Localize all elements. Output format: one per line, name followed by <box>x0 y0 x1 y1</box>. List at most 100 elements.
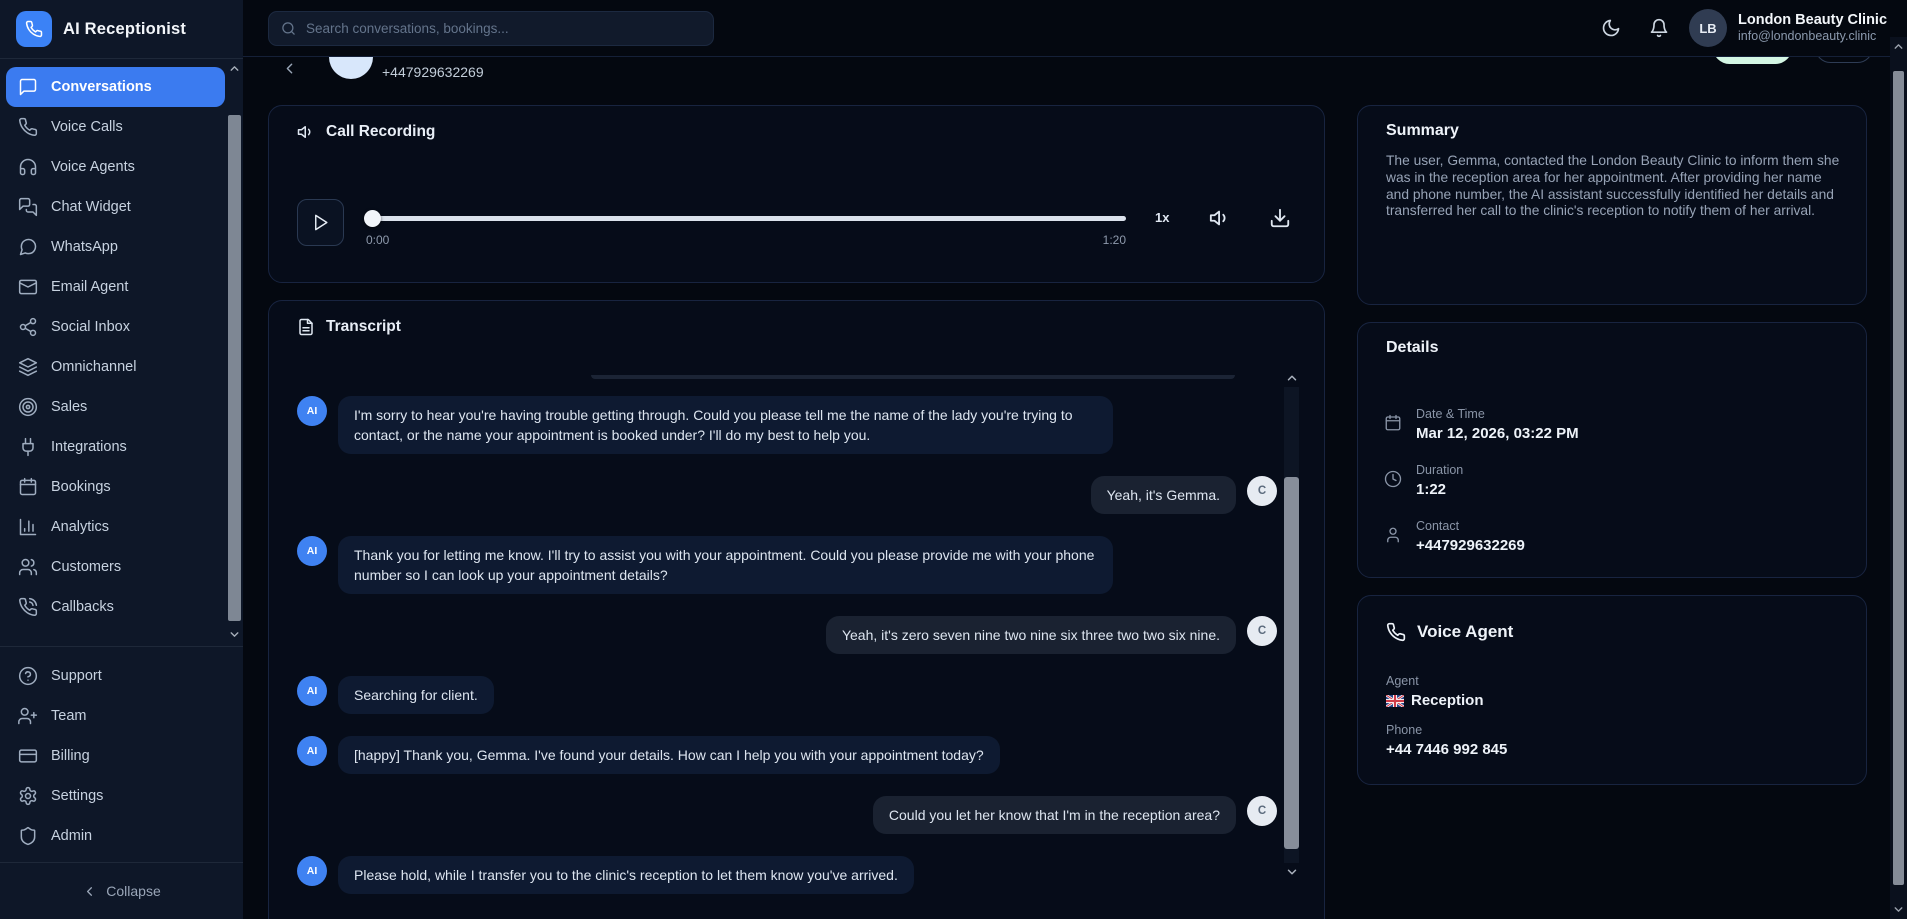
header-action-button[interactable] <box>1815 57 1873 63</box>
sidebar-item-label: Admin <box>51 828 92 844</box>
page-scroll-down-icon[interactable] <box>1892 903 1905 916</box>
message-bubble: Yeah, it's zero seven nine two nine six … <box>826 616 1236 654</box>
voice-agent-card: Voice Agent Agent Reception Phone +44 74… <box>1357 595 1867 785</box>
customer-avatar: C <box>1247 796 1277 826</box>
customer-avatar: C <box>1247 616 1277 646</box>
detail-row-date-time: Date & Time Mar 12, 2026, 03:22 PM <box>1384 407 1579 442</box>
detail-value: +447929632269 <box>1416 537 1525 554</box>
details-title: Details <box>1386 339 1438 357</box>
account-menu[interactable]: LB London Beauty Clinic info@londonbeaut… <box>1689 9 1887 47</box>
message-bubble: I'm sorry to hear you're having trouble … <box>338 396 1113 454</box>
call-recording-card: Call Recording 0:00 1:20 1x <box>268 105 1325 283</box>
back-button[interactable] <box>281 60 298 77</box>
sidebar-item-team[interactable]: Team <box>6 696 225 736</box>
sidebar-item-chat-widget[interactable]: Chat Widget <box>6 187 225 227</box>
sidebar-item-integrations[interactable]: Integrations <box>6 427 225 467</box>
nav-scrollbar-thumb[interactable] <box>228 115 241 621</box>
search-box[interactable] <box>268 11 714 46</box>
transcript-scrollbar-thumb[interactable] <box>1284 477 1299 849</box>
play-button[interactable] <box>297 199 344 246</box>
message-bubble: Could you let her know that I'm in the r… <box>873 796 1236 834</box>
sidebar-item-conversations[interactable]: Conversations <box>6 67 225 107</box>
sidebar-item-voice-calls[interactable]: Voice Calls <box>6 107 225 147</box>
message-row-ai: AI Thank you for letting me know. I'll tr… <box>297 536 1277 594</box>
phone-icon <box>18 117 38 137</box>
app-logo: AI Receptionist <box>0 0 243 59</box>
topbar: LB London Beauty Clinic info@londonbeaut… <box>243 0 1890 57</box>
chat-bubble-icon <box>18 77 38 97</box>
sidebar-item-label: Integrations <box>51 439 127 455</box>
search-input[interactable] <box>306 21 701 36</box>
sidebar-item-social-inbox[interactable]: Social Inbox <box>6 307 225 347</box>
dark-mode-toggle[interactable] <box>1601 18 1621 38</box>
sidebar-item-whatsapp[interactable]: WhatsApp <box>6 227 225 267</box>
page-scrollbar[interactable] <box>1890 37 1907 919</box>
summary-text: The user, Gemma, contacted the London Be… <box>1386 153 1840 220</box>
details-card: Details Date & Time Mar 12, 2026, 03:22 P… <box>1357 322 1867 578</box>
phone-callback-icon <box>18 597 38 617</box>
sidebar-item-settings[interactable]: Settings <box>6 776 225 816</box>
message-bubble: Please hold, while I transfer you to the… <box>338 856 914 894</box>
account-avatar: LB <box>1689 9 1727 47</box>
shield-icon <box>18 826 38 846</box>
playback-slider[interactable] <box>366 216 1126 221</box>
sidebar-item-label: Team <box>51 708 86 724</box>
sidebar-item-analytics[interactable]: Analytics <box>6 507 225 547</box>
sidebar-item-label: Voice Agents <box>51 159 135 175</box>
message-row-customer: Yeah, it's Gemma.C <box>297 476 1277 514</box>
sidebar-item-support[interactable]: Support <box>6 656 225 696</box>
collapse-label: Collapse <box>106 883 160 899</box>
message-bubble: [happy] Thank you, Gemma. I've found you… <box>338 736 1000 774</box>
target-icon <box>18 397 38 417</box>
playback-slider-thumb[interactable] <box>364 210 381 227</box>
sidebar-item-label: Customers <box>51 559 121 575</box>
playback-speed-button[interactable]: 1x <box>1155 210 1169 225</box>
volume-button[interactable] <box>1209 207 1231 229</box>
summary-card: Summary The user, Gemma, contacted the L… <box>1357 105 1867 305</box>
transcript-header: Transcript <box>297 318 401 336</box>
nav-scroll-up-icon[interactable] <box>228 62 241 75</box>
clock-icon <box>1384 470 1402 488</box>
sidebar-item-omnichannel[interactable]: Omnichannel <box>6 347 225 387</box>
sidebar-item-admin[interactable]: Admin <box>6 816 225 856</box>
headphones-icon <box>18 157 38 177</box>
account-email: info@londonbeauty.clinic <box>1738 29 1887 45</box>
detail-row-duration: Duration1:22 <box>1384 463 1579 498</box>
message-row-ai: AIPlease hold, while I transfer you to t… <box>297 856 1277 894</box>
sidebar-item-voice-agents[interactable]: Voice Agents <box>6 147 225 187</box>
page-scroll-up-icon[interactable] <box>1892 40 1905 53</box>
page-scrollbar-thumb[interactable] <box>1893 71 1904 885</box>
ai-avatar: AI <box>297 536 327 566</box>
status-badge[interactable] <box>1713 57 1792 64</box>
sidebar-item-email-agent[interactable]: Email Agent <box>6 267 225 307</box>
sidebar-item-label: Conversations <box>51 79 152 95</box>
transcript-card: Transcript AI I'm sorry to hear you're ha… <box>268 300 1325 919</box>
sidebar-item-customers[interactable]: Customers <box>6 547 225 587</box>
nav-scroll-down-icon[interactable] <box>228 628 241 641</box>
account-name: London Beauty Clinic <box>1738 11 1887 29</box>
download-button[interactable] <box>1269 207 1291 229</box>
sidebar-item-callbacks[interactable]: Callbacks <box>6 587 225 627</box>
transcript-scroll-down-icon[interactable] <box>1285 865 1299 879</box>
message-bubble: Searching for client. <box>338 676 494 714</box>
message-bubble: Thank you for letting me know. I'll try … <box>338 536 1113 594</box>
sidebar-collapse-button[interactable]: Collapse <box>0 862 243 919</box>
sidebar-item-label: Callbacks <box>51 599 114 615</box>
detail-label: Date & Time <box>1416 407 1579 421</box>
summary-title: Summary <box>1386 122 1459 140</box>
phone-icon <box>1386 622 1406 642</box>
notifications-button[interactable] <box>1649 18 1669 38</box>
sidebar-item-sales[interactable]: Sales <box>6 387 225 427</box>
sidebar-item-billing[interactable]: Billing <box>6 736 225 776</box>
user-icon <box>1384 526 1402 544</box>
transcript-scroll-up-icon[interactable] <box>1285 371 1299 385</box>
detail-label: Contact <box>1416 519 1525 533</box>
sidebar-item-label: Settings <box>51 788 103 804</box>
detail-value: Mar 12, 2026, 03:22 PM <box>1416 425 1579 442</box>
gear-icon <box>18 786 38 806</box>
agent-phone-label: Phone <box>1386 723 1422 737</box>
current-time: 0:00 <box>366 233 389 247</box>
sidebar-item-bookings[interactable]: Bookings <box>6 467 225 507</box>
ai-avatar: AI <box>297 396 327 426</box>
app-root: AI Receptionist Conversations Voice Calls… <box>0 0 1907 919</box>
